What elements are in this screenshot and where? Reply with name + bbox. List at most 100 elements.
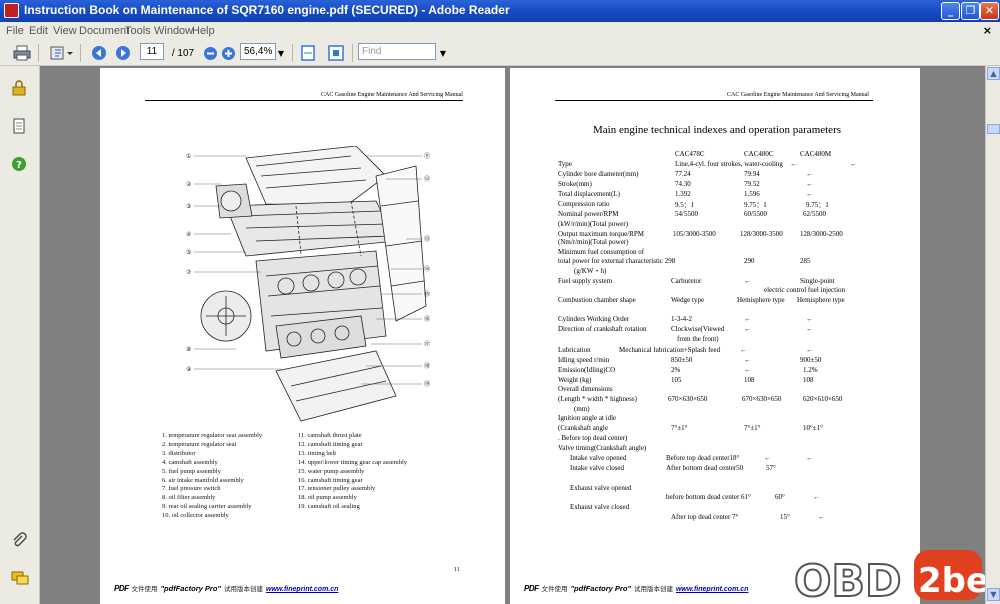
close-document-button[interactable]: × bbox=[983, 24, 992, 37]
obd2be-watermark-logo: OBD 2be bbox=[793, 550, 985, 604]
scroll-thumb[interactable] bbox=[987, 124, 1000, 134]
svg-text:⑦: ⑦ bbox=[186, 269, 192, 276]
spec-cell: 54/5500 bbox=[675, 210, 698, 218]
close-button[interactable]: ✕ bbox=[980, 2, 999, 20]
svg-text:OBD: OBD bbox=[794, 556, 901, 604]
spec-cell: ← bbox=[744, 325, 751, 333]
zoom-input[interactable]: 56,4% bbox=[240, 43, 276, 60]
fit-page-icon[interactable] bbox=[327, 44, 345, 62]
pages-icon[interactable] bbox=[11, 118, 27, 134]
minimize-button[interactable]: _ bbox=[941, 2, 960, 20]
caption-item: 9. rear oil sealing carrier assembly bbox=[162, 503, 252, 511]
spec-cell: 74.30 bbox=[675, 180, 691, 188]
spec-cell: 60/5500 bbox=[744, 210, 767, 218]
svg-text:⑱: ⑱ bbox=[424, 362, 430, 370]
caption-item: 8. oil filter assembly bbox=[162, 494, 216, 502]
comments-icon[interactable] bbox=[11, 570, 29, 586]
spec-cell: ← bbox=[744, 315, 751, 323]
spec-cell: Output maximum torque/RPM bbox=[558, 230, 644, 238]
caption-item: 17. tensioner pulley assembly bbox=[298, 485, 376, 493]
caption-item: 15. water pump assembly bbox=[298, 467, 365, 475]
svg-text:①: ① bbox=[186, 153, 191, 160]
pdf-footer: PDF 文件使用 "pdfFactory Pro" 试用版本创建 www.fin… bbox=[114, 583, 338, 593]
menu-file[interactable]: File bbox=[6, 25, 24, 37]
menu-document[interactable]: Document bbox=[79, 25, 129, 37]
pdf-page-right: CAC Gasoline Engine Maintenance And Serv… bbox=[510, 68, 920, 604]
spec-cell: 9.75：1 bbox=[806, 201, 829, 209]
find-input[interactable]: Find bbox=[358, 43, 436, 60]
engine-exploded-diagram: ① ② ③ ④ ⑤ ⑦ ⑧ ⑨ ⑪ ⑫ ⑬ ⑭ ⑮ ⑯ ⑰ ⑱ ⑲ bbox=[186, 146, 430, 422]
find-dropdown-chevron-icon[interactable]: ▼ bbox=[438, 44, 448, 62]
spec-cell: 620×610×650 bbox=[803, 395, 843, 403]
spec-cell: (Nm/r/min)(Total power) bbox=[558, 238, 629, 246]
spec-cell: Fuel supply system bbox=[558, 277, 613, 285]
spec-cell: Weight (kg) bbox=[558, 376, 592, 384]
spec-cell: 128/3000-2500 bbox=[800, 230, 843, 238]
pdf-logo-text: PDF bbox=[524, 584, 539, 593]
menu-view[interactable]: View bbox=[53, 25, 77, 37]
spec-cell: CAC478C bbox=[675, 150, 705, 158]
help-icon[interactable]: ? bbox=[11, 156, 27, 172]
page-number-input[interactable]: 11 bbox=[140, 43, 164, 60]
spec-cell: 670×630×650 bbox=[742, 395, 782, 403]
scroll-up-icon[interactable]: ▲ bbox=[987, 67, 1000, 80]
spec-cell: Total displacement(L) bbox=[558, 190, 620, 198]
single-page-icon[interactable] bbox=[299, 44, 317, 62]
caption-item: 19. camshaft oil sealing bbox=[298, 503, 360, 511]
menu-window[interactable]: Window bbox=[154, 25, 193, 37]
menu-help[interactable]: Help bbox=[192, 25, 215, 37]
spec-cell: Combustion chamber shape bbox=[558, 296, 636, 304]
print-icon[interactable] bbox=[12, 44, 32, 62]
caption-item: 11. camshaft thrust plate bbox=[298, 432, 362, 439]
maximize-button[interactable]: ❐ bbox=[961, 2, 980, 20]
spec-cell: 79.52 bbox=[744, 180, 760, 188]
spec-cell: (Length * width * highness) bbox=[558, 395, 637, 403]
zoom-in-icon[interactable] bbox=[220, 44, 236, 62]
footer-link[interactable]: www.fineprint.com.cn bbox=[266, 586, 338, 593]
svg-text:?: ? bbox=[16, 160, 22, 171]
spec-cell: CAC480M bbox=[800, 150, 832, 158]
zoom-dropdown-chevron-icon[interactable]: ▼ bbox=[276, 44, 286, 62]
spec-cell: ← bbox=[744, 277, 751, 285]
vertical-scrollbar[interactable]: ▲ ▼ bbox=[985, 66, 1000, 604]
spec-cell: ← bbox=[744, 356, 751, 364]
spec-cell: 62/5500 bbox=[803, 210, 826, 218]
spec-cell: from the front) bbox=[677, 335, 719, 343]
svg-text:③: ③ bbox=[186, 203, 191, 210]
zoom-out-icon[interactable] bbox=[202, 44, 218, 62]
spec-cell: electric control fuel injection bbox=[764, 286, 846, 294]
spec-cell: ← bbox=[806, 325, 813, 333]
spec-cell: 105 bbox=[671, 376, 682, 384]
spec-cell: 290 bbox=[744, 257, 755, 265]
spec-cell: 108 bbox=[744, 376, 755, 384]
spec-cell: 1.596 bbox=[744, 190, 760, 198]
spec-cell: Nominal power/RPM bbox=[558, 210, 619, 218]
menu-tools[interactable]: Tools bbox=[125, 25, 151, 37]
menu-edit[interactable]: Edit bbox=[29, 25, 48, 37]
scroll-down-icon[interactable]: ▼ bbox=[987, 588, 1000, 601]
footer-text: 文件使用 bbox=[541, 586, 568, 593]
spec-cell: Wedge type bbox=[671, 296, 705, 304]
previous-page-icon[interactable] bbox=[90, 44, 108, 62]
spec-cell: Compression ratio bbox=[558, 200, 610, 208]
svg-text:⑰: ⑰ bbox=[424, 340, 430, 348]
svg-text:2be: 2be bbox=[918, 561, 985, 601]
footer-link[interactable]: www.fineprint.com.cn bbox=[676, 586, 748, 593]
caption-item: 18. oil pump assembly bbox=[298, 494, 357, 502]
spec-cell: ← bbox=[806, 180, 813, 188]
spec-cell: ← bbox=[790, 160, 797, 168]
spec-cell: Line,4-cyl. four strokes, water-cooling bbox=[675, 160, 783, 168]
spec-cell: 1.2% bbox=[803, 366, 818, 374]
caption-item: 5. fuel pump assembly bbox=[162, 467, 221, 475]
spec-cell: 285 bbox=[800, 257, 811, 265]
next-page-icon[interactable] bbox=[114, 44, 132, 62]
spec-cell: Type bbox=[558, 160, 572, 168]
lock-icon[interactable] bbox=[11, 80, 27, 96]
caption-item: 3. distributor bbox=[162, 449, 196, 457]
spec-cell: (mm) bbox=[574, 405, 590, 413]
attachment-paperclip-icon[interactable] bbox=[11, 532, 27, 548]
attach-icon[interactable] bbox=[48, 44, 74, 62]
spec-cell: Lubrication bbox=[558, 346, 591, 354]
svg-text:④: ④ bbox=[186, 231, 191, 238]
spec-cell: 9.5：1 bbox=[675, 201, 695, 209]
